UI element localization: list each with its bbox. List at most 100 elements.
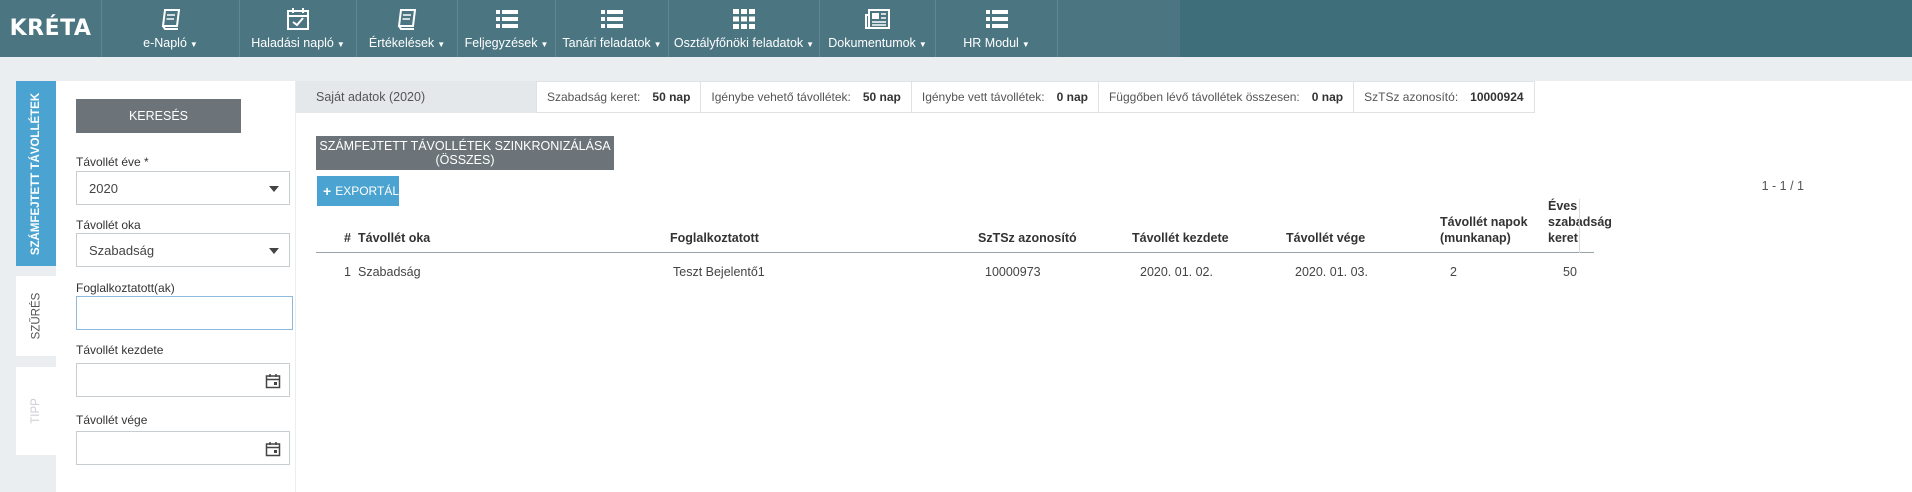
- chevron-down-icon[interactable]: [269, 186, 279, 192]
- nav-label: Osztályfőnöki feladatok: [673, 36, 804, 50]
- calendar-check-icon: [287, 8, 309, 30]
- table-row[interactable]: 1 Szabadság Teszt Bejelentő1 10000973 20…: [316, 253, 1594, 293]
- info-available-absences: Igénybe vehető távollétek: 50 nap: [701, 81, 912, 113]
- end-date-input[interactable]: [76, 431, 290, 465]
- nav-item-haladasi-naplo[interactable]: Haladási napló ▼: [240, 0, 357, 57]
- caret-down-icon: ▼: [540, 40, 549, 49]
- info-bar: Saját adatok (2020) Szabadság keret: 50 n…: [296, 81, 1636, 113]
- pagination-info: 1 - 1 / 1: [1761, 179, 1804, 193]
- tab-label: SZÁMFEJTETT TÁVOLLÉTEK: [30, 92, 42, 255]
- nav-item-dokumentumok[interactable]: Dokumentumok ▼: [820, 0, 936, 57]
- chevron-down-icon[interactable]: [269, 248, 279, 254]
- own-data-label: Saját adatok (2020): [296, 81, 536, 113]
- year-value: 2020: [89, 180, 118, 196]
- column-divider: [1579, 199, 1580, 253]
- top-bar: KRÉTA e-Napló ▼ Haladási napló ▼ Értékelés…: [0, 0, 1912, 57]
- employee-label: Foglalkoztatott(ak): [76, 281, 175, 295]
- tab-tipp[interactable]: TIPP: [16, 367, 56, 455]
- nav-item-osztalyfonoki-feladatok[interactable]: Osztályfőnöki feladatok ▼: [669, 0, 820, 57]
- caret-down-icon: ▼: [653, 40, 662, 49]
- tab-szures[interactable]: SZŰRÉS: [16, 276, 56, 356]
- end-date-label: Távollét vége: [76, 413, 148, 427]
- caret-down-icon: ▼: [189, 40, 198, 49]
- start-date-input[interactable]: [76, 363, 290, 397]
- nav-item-tanari-feladatok[interactable]: Tanári feladatok ▼: [556, 0, 669, 57]
- grid-icon: [733, 9, 755, 29]
- info-used-absences: Igénybe vett távollétek: 0 nap: [911, 81, 1099, 113]
- col-sztsz-id[interactable]: SzTSz azonosító: [978, 230, 1077, 246]
- nav-item-feljegyzesek[interactable]: Feljegyzések ▼: [458, 0, 556, 57]
- nav-item-hr-modul[interactable]: HR Modul ▼: [936, 0, 1058, 57]
- info-label: Függőben lévő távollétek összesen:: [1108, 90, 1300, 104]
- info-value: 50 nap: [652, 90, 691, 104]
- tab-label: SZŰRÉS: [30, 292, 42, 340]
- info-label: Igénybe vehető távollétek:: [711, 90, 851, 104]
- nav-label: Tanári feladatok: [562, 36, 651, 50]
- info-label: Igénybe vett távollétek:: [921, 90, 1045, 104]
- col-absence-reason[interactable]: Távollét oka: [358, 230, 430, 246]
- cell-number: 1: [344, 265, 351, 279]
- info-value: 0 nap: [1311, 90, 1344, 104]
- year-select[interactable]: 2020: [76, 171, 290, 205]
- info-value: 10000924: [1470, 90, 1524, 104]
- col-absence-start[interactable]: Távollét kezdete: [1132, 230, 1229, 246]
- info-pending-absences: Függőben lévő távollétek összesen: 0 nap: [1098, 81, 1355, 113]
- list-icon: [985, 10, 1008, 28]
- caret-down-icon: ▼: [918, 40, 927, 49]
- plus-icon: +: [323, 183, 332, 199]
- tab-label: TIPP: [30, 398, 42, 424]
- reason-label: Távollét oka: [76, 218, 141, 232]
- cell-absence-end: 2020. 01. 03.: [1295, 265, 1368, 279]
- main-nav: KRÉTA e-Napló ▼ Haladási napló ▼ Értékelés…: [0, 0, 1180, 57]
- nav-item-ertekelesek[interactable]: Értékelések ▼: [357, 0, 458, 57]
- sync-absences-button[interactable]: SZÁMFEJTETT TÁVOLLÉTEK SZINKRONIZÁLÁSA (…: [316, 136, 614, 170]
- cell-sztsz-id: 10000973: [985, 265, 1041, 279]
- calendar-icon[interactable]: [265, 373, 281, 389]
- nav-label: Haladási napló: [251, 36, 334, 50]
- nav-label: HR Modul: [963, 36, 1019, 50]
- tab-szamfejtett-tavolletek[interactable]: SZÁMFEJTETT TÁVOLLÉTEK: [16, 81, 56, 266]
- list-icon: [495, 10, 518, 28]
- search-button[interactable]: KERESÉS: [76, 99, 241, 133]
- cell-absence-days: 2: [1450, 265, 1457, 279]
- main-panel: Saját adatok (2020) Szabadság keret: 50 n…: [296, 81, 1912, 492]
- col-absence-end[interactable]: Távollét vége: [1286, 230, 1365, 246]
- cell-absence-reason: Szabadság: [358, 265, 421, 279]
- reason-select[interactable]: Szabadság: [76, 233, 290, 267]
- caret-down-icon: ▼: [806, 40, 815, 49]
- nav-label: e-Napló: [143, 36, 187, 50]
- col-absence-days-line2: (munkanap): [1440, 231, 1511, 245]
- calendar-icon[interactable]: [265, 441, 281, 457]
- nav-label: Értékelések: [368, 36, 435, 50]
- year-label: Távollét éve *: [76, 155, 149, 169]
- export-label: EXPORTÁLÁS: [335, 184, 415, 198]
- nav-item-e-naplo[interactable]: e-Napló ▼: [102, 0, 240, 57]
- nav-label: Dokumentumok: [828, 36, 916, 50]
- col-number[interactable]: #: [344, 230, 351, 246]
- caret-down-icon: ▼: [336, 40, 345, 49]
- info-value: 0 nap: [1056, 90, 1088, 104]
- newspaper-icon: [864, 9, 890, 29]
- cell-absence-start: 2020. 01. 02.: [1140, 265, 1213, 279]
- notebook-icon: [161, 9, 180, 30]
- info-label: Szabadság keret:: [547, 90, 641, 104]
- info-leave-quota: Szabadság keret: 50 nap: [536, 81, 702, 113]
- reason-value: Szabadság: [89, 242, 155, 258]
- caret-down-icon: ▼: [1021, 40, 1030, 49]
- cell-employee: Teszt Bejelentő1: [673, 265, 765, 279]
- employee-input[interactable]: [76, 296, 293, 330]
- col-absence-days-line1: Távollét napok: [1440, 215, 1528, 229]
- cell-annual-leave: 50: [1563, 265, 1577, 279]
- col-absence-days[interactable]: Távollét napok (munkanap): [1440, 214, 1528, 246]
- info-sztsz-id: SzTSz azonosító: 10000924: [1354, 81, 1535, 113]
- nav-label: Feljegyzések: [464, 36, 538, 50]
- start-date-label: Távollét kezdete: [76, 343, 164, 357]
- caret-down-icon: ▼: [437, 40, 446, 49]
- notebook-icon: [397, 9, 417, 30]
- col-employee[interactable]: Foglalkoztatott: [670, 230, 759, 246]
- info-value: 50 nap: [862, 90, 901, 104]
- filter-panel: KERESÉS Távollét éve * 2020 Távollét oka…: [56, 81, 295, 492]
- list-icon: [601, 10, 623, 28]
- kreta-logo[interactable]: KRÉTA: [0, 0, 102, 57]
- table-header: # Távollét oka Foglalkoztatott SzTSz azo…: [316, 199, 1612, 253]
